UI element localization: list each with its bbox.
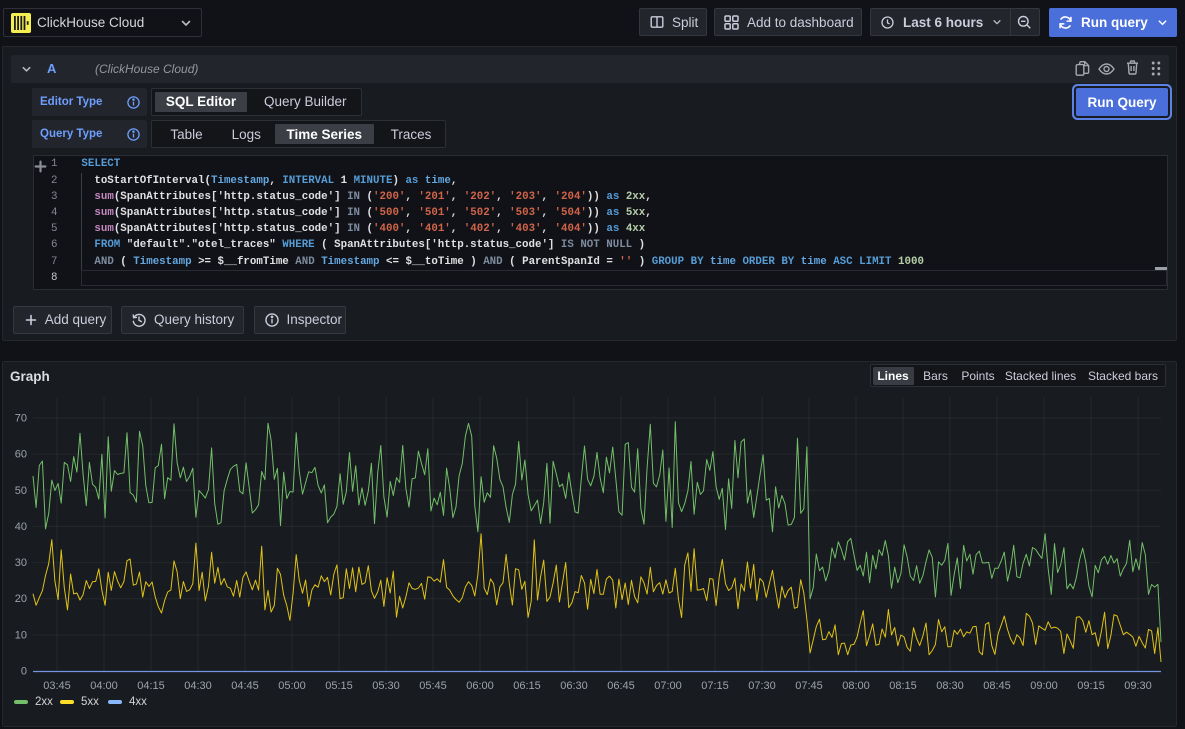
svg-text:08:30: 08:30 bbox=[936, 680, 964, 692]
svg-text:09:00: 09:00 bbox=[1030, 680, 1058, 692]
svg-text:05:15: 05:15 bbox=[325, 680, 353, 692]
svg-text:07:45: 07:45 bbox=[795, 680, 823, 692]
svg-text:70: 70 bbox=[15, 413, 27, 425]
svg-text:60: 60 bbox=[15, 449, 27, 461]
svg-text:0: 0 bbox=[21, 666, 27, 678]
svg-text:30: 30 bbox=[15, 557, 27, 569]
svg-text:08:00: 08:00 bbox=[842, 680, 870, 692]
svg-text:06:45: 06:45 bbox=[607, 680, 635, 692]
svg-text:05:30: 05:30 bbox=[372, 680, 400, 692]
svg-text:05:45: 05:45 bbox=[419, 680, 447, 692]
svg-text:08:45: 08:45 bbox=[983, 680, 1011, 692]
svg-text:04:45: 04:45 bbox=[231, 680, 259, 692]
svg-text:04:15: 04:15 bbox=[137, 680, 165, 692]
svg-text:50: 50 bbox=[15, 485, 27, 497]
svg-text:40: 40 bbox=[15, 521, 27, 533]
svg-text:06:00: 06:00 bbox=[466, 680, 494, 692]
svg-text:07:15: 07:15 bbox=[701, 680, 729, 692]
svg-text:20: 20 bbox=[15, 593, 27, 605]
svg-text:06:15: 06:15 bbox=[513, 680, 541, 692]
svg-text:08:15: 08:15 bbox=[889, 680, 917, 692]
svg-text:09:30: 09:30 bbox=[1124, 680, 1152, 692]
svg-text:07:30: 07:30 bbox=[748, 680, 776, 692]
svg-text:03:45: 03:45 bbox=[43, 680, 71, 692]
svg-text:07:00: 07:00 bbox=[654, 680, 682, 692]
svg-text:06:30: 06:30 bbox=[560, 680, 588, 692]
svg-text:04:00: 04:00 bbox=[90, 680, 118, 692]
svg-text:05:00: 05:00 bbox=[278, 680, 306, 692]
svg-text:04:30: 04:30 bbox=[184, 680, 212, 692]
svg-text:10: 10 bbox=[15, 629, 27, 641]
svg-text:09:15: 09:15 bbox=[1077, 680, 1105, 692]
